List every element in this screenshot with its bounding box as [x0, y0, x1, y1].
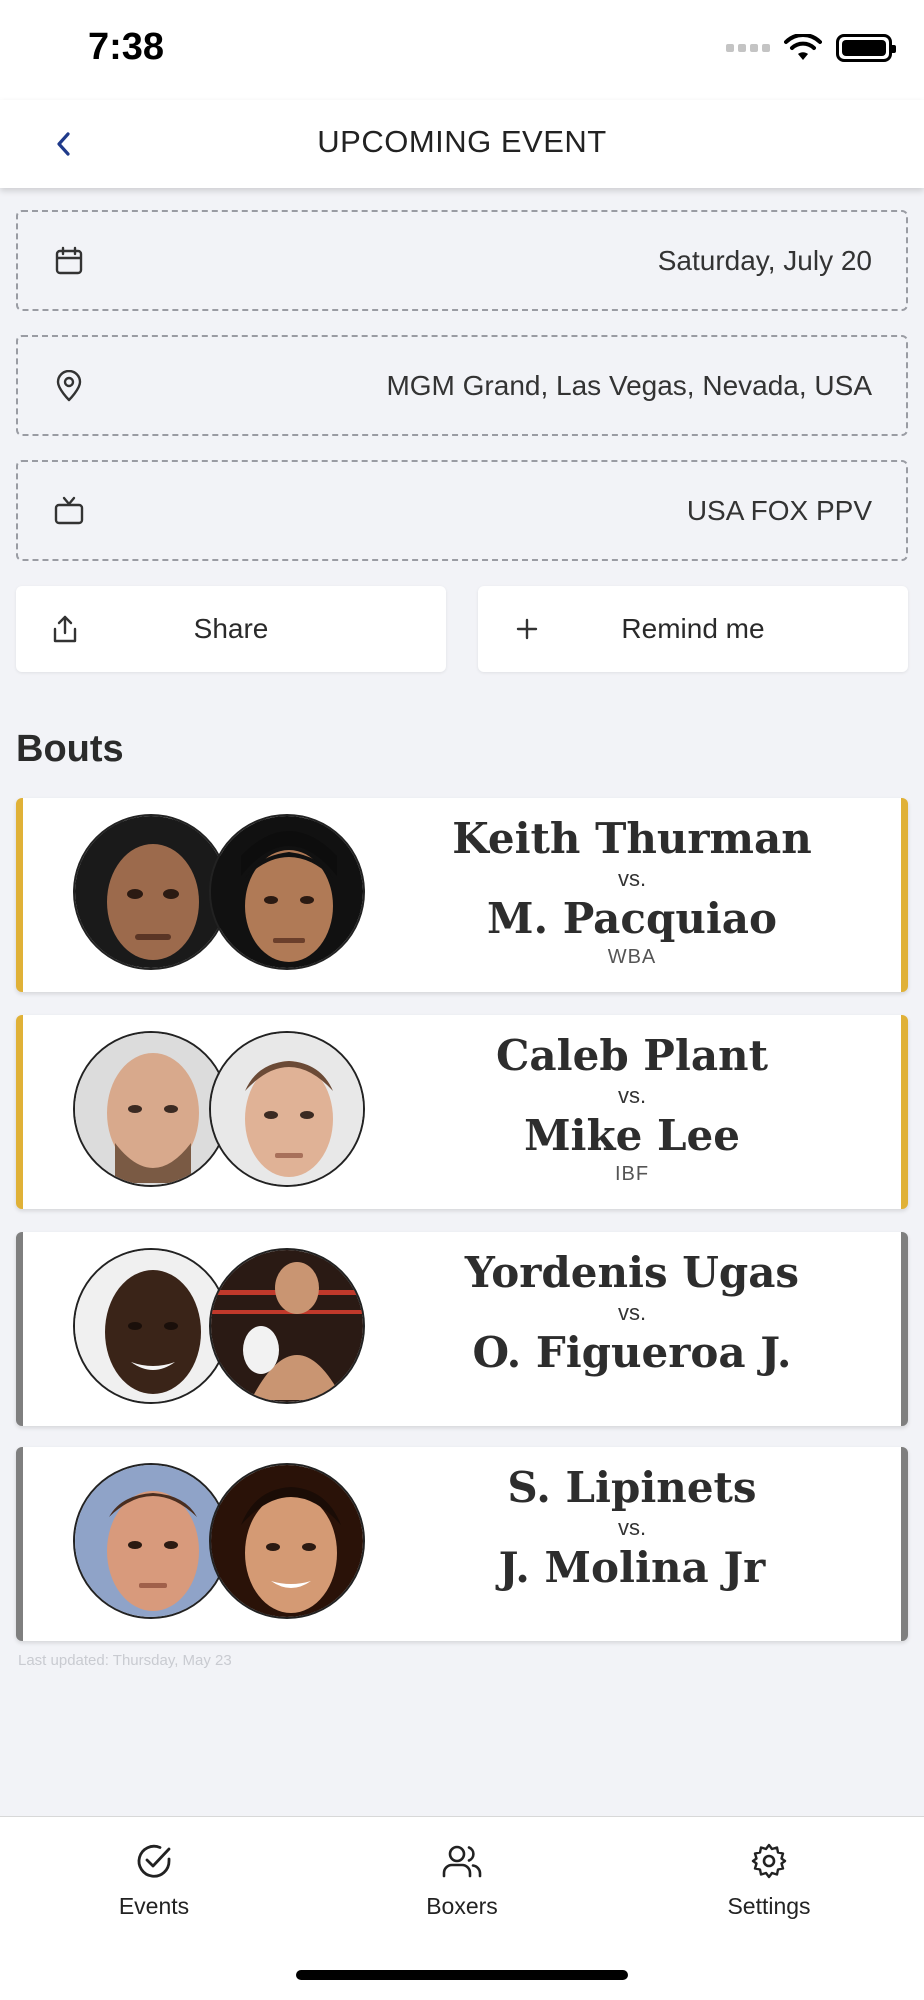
event-date: Saturday, July 20: [657, 244, 872, 276]
signal-icon: [726, 44, 770, 52]
fighter-avatar: [73, 1248, 229, 1404]
bout-names: Keith Thurman vs. M. Pacquiao WBA: [363, 812, 901, 968]
plus-icon: [512, 614, 542, 644]
fighter-avatar: [209, 1031, 365, 1187]
belt-title: WBA: [607, 946, 657, 968]
fighter-avatar: [209, 1463, 365, 1619]
tab-events-label: Events: [118, 1893, 190, 1919]
status-time: 7:38: [88, 26, 165, 68]
vs-label: vs.: [617, 866, 647, 891]
gear-icon: [749, 1841, 789, 1881]
check-circle-icon: [134, 1841, 174, 1881]
remind-me-label: Remind me: [621, 613, 765, 644]
users-icon: [442, 1841, 482, 1881]
vs-label: vs.: [617, 1515, 647, 1540]
vs-label: vs.: [617, 1083, 647, 1108]
event-date-row: Saturday, July 20: [16, 210, 908, 311]
event-broadcast: USA FOX PPV: [686, 494, 872, 526]
location-pin-icon: [52, 369, 86, 403]
fighter-1-name: Yordenis Ugas: [464, 1248, 800, 1297]
tab-boxers[interactable]: Boxers: [362, 1841, 562, 1920]
tab-settings[interactable]: Settings: [669, 1841, 869, 1920]
fighter-avatar: [73, 1031, 229, 1187]
event-venue: MGM Grand, Las Vegas, Nevada, USA: [386, 369, 872, 401]
battery-icon: [836, 34, 896, 62]
fighter-1-name: Caleb Plant: [496, 1031, 768, 1080]
tab-boxers-label: Boxers: [426, 1893, 498, 1919]
fighter-1-name: Keith Thurman: [452, 814, 812, 863]
bout-card[interactable]: Caleb Plant vs. Mike Lee IBF: [16, 1015, 908, 1209]
fighter-1-name: S. Lipinets: [507, 1463, 757, 1512]
status-bar: 7:38: [0, 0, 924, 100]
bout-card[interactable]: Keith Thurman vs. M. Pacquiao WBA: [16, 798, 908, 992]
fighter-2-name: J. Molina Jr: [498, 1543, 766, 1592]
last-updated-text: Last updated: Thursday, May 23: [18, 1652, 232, 1669]
vs-label: vs.: [617, 1300, 647, 1325]
fighter-avatar: [209, 1248, 365, 1404]
fighter-2-name: O. Figueroa J.: [472, 1328, 792, 1377]
tab-settings-label: Settings: [727, 1893, 811, 1919]
navigation-bar: UPCOMING EVENT: [0, 100, 924, 188]
page-title: UPCOMING EVENT: [317, 124, 607, 159]
tv-icon: [52, 494, 86, 528]
home-indicator: [296, 1970, 628, 1980]
belt-title: IBF: [614, 1163, 650, 1185]
event-broadcast-row: USA FOX PPV: [16, 460, 908, 561]
event-venue-row: MGM Grand, Las Vegas, Nevada, USA: [16, 335, 908, 436]
share-icon: [50, 614, 80, 644]
calendar-icon: [52, 244, 86, 278]
remind-me-button[interactable]: Remind me: [478, 586, 908, 672]
fighter-2-name: Mike Lee: [524, 1111, 740, 1160]
share-button[interactable]: Share: [16, 586, 446, 672]
bouts-heading: Bouts: [16, 728, 124, 770]
fighter-avatar: [73, 1463, 229, 1619]
fighter-avatar: [73, 814, 229, 970]
bout-card[interactable]: Yordenis Ugas vs. O. Figueroa J.: [16, 1232, 908, 1426]
bout-names: Caleb Plant vs. Mike Lee IBF: [363, 1029, 901, 1185]
tab-events[interactable]: Events: [54, 1841, 254, 1920]
bout-names: Yordenis Ugas vs. O. Figueroa J.: [363, 1246, 901, 1380]
bout-names: S. Lipinets vs. J. Molina Jr: [363, 1461, 901, 1595]
fighter-2-name: M. Pacquiao: [486, 894, 778, 943]
status-icons: [726, 34, 896, 62]
bout-card[interactable]: S. Lipinets vs. J. Molina Jr: [16, 1447, 908, 1641]
share-label: Share: [193, 613, 269, 644]
fighter-avatar: [209, 814, 365, 970]
wifi-icon: [784, 34, 822, 60]
